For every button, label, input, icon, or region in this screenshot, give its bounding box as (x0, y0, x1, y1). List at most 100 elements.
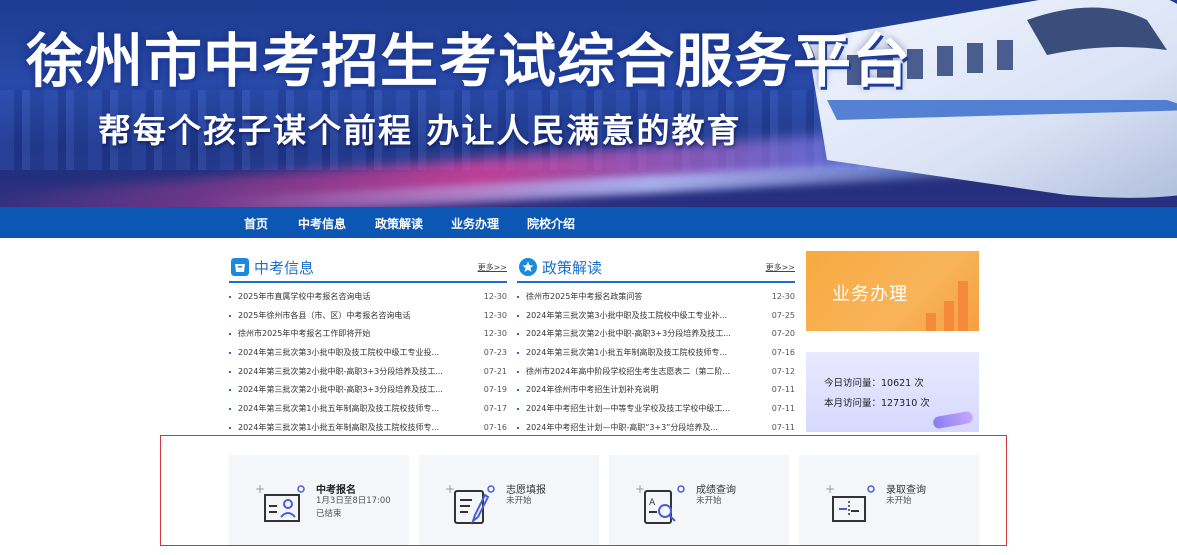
service-name: 录取查询 (886, 485, 926, 496)
list-item-title[interactable]: 2024年第三批次第2小批中职-高职3+3分段培养及技工... (238, 363, 458, 382)
bullet-icon (229, 352, 231, 355)
policy-more-link[interactable]: 更多>> (766, 262, 795, 273)
news-list-item[interactable]: 2024年第三批次第2小批中职-高职3+3分段培养及技工... 07-21 (229, 363, 507, 382)
policy-panel-title: 政策解读 (542, 259, 603, 277)
news-panel-title: 中考信息 (254, 259, 315, 277)
list-item-date: 07-23 (483, 348, 507, 358)
service-card-preferences[interactable]: + 志愿填报 未开始 (419, 455, 599, 545)
news-panel-header: 中考信息 更多>> (229, 252, 507, 283)
policy-list-item[interactable]: 2024年第三批次第3小批中职及技工院校中级工专业补... 07-25 (517, 307, 795, 326)
news-list-item[interactable]: 2025年市直属学校中考报名咨询电话 12-30 (229, 288, 507, 307)
list-item-date: 07-16 (771, 348, 795, 358)
list-item-title[interactable]: 徐州市2024年高中阶段学校招生考生志愿表二（第二阶... (526, 363, 746, 382)
bullet-icon (517, 352, 519, 355)
policy-panel: 政策解读 更多>> 徐州市2025年中考报名政策问答 12-30 2024年第三批次… (517, 252, 795, 438)
decorative-bar (958, 281, 968, 331)
score-search-icon: + A (635, 482, 685, 524)
business-banner[interactable]: 业务办理 (806, 251, 979, 331)
list-item-title[interactable]: 2024年中考招生计划—中等专业学校及技工学校中级工... (526, 400, 746, 419)
site-title: 徐州市中考招生考试综合服务平台 (26, 27, 912, 95)
news-list-item[interactable]: 2024年第三批次第2小批中职-高职3+3分段培养及技工... 07-19 (229, 381, 507, 400)
list-item-title[interactable]: 2025年徐州市各县（市、区）中考报名咨询电话 (238, 307, 458, 326)
policy-list-item[interactable]: 徐州市2024年高中阶段学校招生考生志愿表二（第二阶... 07-12 (517, 363, 795, 382)
service-name: 中考报名 (316, 485, 356, 496)
list-item-title[interactable]: 2024年第三批次第1小批五年制高职及技工院校技师专... (238, 400, 458, 419)
list-item-date: 07-12 (771, 366, 795, 376)
list-item-date: 12-30 (483, 310, 507, 320)
nav-item-policy[interactable]: 政策解读 (375, 215, 423, 232)
bullet-icon (229, 314, 231, 317)
visits-month: 本月访问量：127310 次 (824, 398, 930, 409)
service-card-admission[interactable]: + 录取查询 未开始 (799, 455, 979, 545)
svg-text:+: + (635, 482, 645, 496)
decorative-bar (926, 313, 936, 331)
list-item-date: 12-30 (483, 329, 507, 339)
nav-item-schools[interactable]: 院校介绍 (527, 215, 575, 232)
site-slogan: 帮每个孩子谋个前程 办让人民满意的教育 (98, 111, 742, 150)
nav-item-business[interactable]: 业务办理 (451, 215, 499, 232)
list-item-title[interactable]: 徐州市2025年中考报名政策问答 (526, 288, 746, 307)
list-item-title[interactable]: 2024年第三批次第1小批五年制高职及技工院校技师专... (526, 344, 746, 363)
news-list: 2025年市直属学校中考报名咨询电话 12-30 2025年徐州市各县（市、区）中考… (229, 288, 507, 438)
list-item-date: 07-20 (771, 329, 795, 339)
list-item-title[interactable]: 2024年第三批次第3小批中职及技工院校中级工专业补... (526, 307, 746, 326)
policy-list-item[interactable]: 2024年第三批次第1小批五年制高职及技工院校技师专... 07-16 (517, 344, 795, 363)
policy-list-item[interactable]: 2024年第三批次第2小批中职-高职3+3分段培养及技工... 07-20 (517, 325, 795, 344)
list-item-date: 07-11 (771, 404, 795, 414)
policy-panel-header: 政策解读 更多>> (517, 252, 795, 283)
nav-item-exam-info[interactable]: 中考信息 (298, 215, 346, 232)
news-panel: 中考信息 更多>> 2025年市直属学校中考报名咨询电话 12-30 2025年徐州… (229, 252, 507, 438)
visit-stats-box: 今日访问量：10621 次 本月访问量：127310 次 (806, 352, 979, 432)
list-item-title[interactable]: 徐州市2025年中考报名工作即将开始 (238, 325, 458, 344)
bullet-icon (517, 426, 519, 429)
policy-badge-icon (519, 258, 537, 276)
service-status: 未开始 (506, 496, 532, 506)
policy-list-item[interactable]: 2024年中考招生计划—中等专业学校及技工学校中级工... 07-11 (517, 400, 795, 419)
bullet-icon (517, 314, 519, 317)
list-item-date: 12-30 (483, 292, 507, 301)
business-banner-label: 业务办理 (832, 284, 908, 305)
list-item-title[interactable]: 2024年第三批次第2小批中职-高职3+3分段培养及技工... (526, 325, 746, 344)
svg-text:A: A (649, 498, 656, 508)
bullet-icon (517, 296, 519, 298)
form-pen-icon: + (445, 482, 495, 524)
policy-list-item[interactable]: 2024年徐州市中考招生计划补充说明 07-11 (517, 381, 795, 400)
news-box-icon (231, 258, 249, 276)
news-list-item[interactable]: 2024年第三批次第3小批中职及技工院校中级工专业投... 07-23 (229, 344, 507, 363)
bullet-icon (517, 408, 519, 411)
news-list-item[interactable]: 2024年第三批次第1小批五年制高职及技工院校技师专... 07-17 (229, 400, 507, 419)
decorative-bar (944, 301, 954, 331)
svg-text:+: + (825, 482, 835, 496)
news-more-link[interactable]: 更多>> (478, 262, 507, 273)
admission-envelope-icon: + (825, 482, 875, 522)
list-item-date: 07-21 (483, 366, 507, 376)
policy-list-item[interactable]: 徐州市2025年中考报名政策问答 12-30 (517, 288, 795, 307)
list-item-title[interactable]: 2025年市直属学校中考报名咨询电话 (238, 288, 458, 307)
service-card-registration[interactable]: + 中考报名 1月3日至8日17:00 已结束 (229, 455, 409, 545)
service-card-scores[interactable]: + A 成绩查询 未开始 (609, 455, 789, 545)
bullet-icon (229, 408, 231, 411)
svg-text:+: + (255, 482, 265, 496)
list-item-title[interactable]: 2024年徐州市中考招生计划补充说明 (526, 381, 746, 400)
service-name: 志愿填报 (506, 485, 546, 496)
service-name: 成绩查询 (696, 485, 736, 496)
service-status: 未开始 (886, 496, 912, 506)
main-nav: 首页 中考信息 政策解读 业务办理 院校介绍 (0, 207, 1177, 238)
bullet-icon (229, 333, 231, 336)
list-item-date: 12-30 (771, 292, 795, 301)
bullet-icon (229, 389, 231, 392)
nav-item-home[interactable]: 首页 (244, 215, 268, 232)
list-item-title[interactable]: 2024年第三批次第3小批中职及技工院校中级工专业投... (238, 344, 458, 363)
list-item-title[interactable]: 2024年第三批次第2小批中职-高职3+3分段培养及技工... (238, 381, 458, 400)
bullet-icon (517, 333, 519, 336)
id-card-icon: + (255, 482, 305, 522)
visits-today: 今日访问量：10621 次 (824, 378, 924, 389)
list-item-date: 07-17 (483, 404, 507, 414)
news-list-item[interactable]: 徐州市2025年中考报名工作即将开始 12-30 (229, 325, 507, 344)
decorative-wave-icon (932, 410, 974, 430)
list-item-date: 07-25 (771, 310, 795, 320)
policy-list: 徐州市2025年中考报名政策问答 12-30 2024年第三批次第3小批中职及技工院… (517, 288, 795, 438)
news-list-item[interactable]: 2025年徐州市各县（市、区）中考报名咨询电话 12-30 (229, 307, 507, 326)
service-status: 1月3日至8日17:00 已结束 (316, 496, 391, 519)
service-status: 未开始 (696, 496, 722, 506)
